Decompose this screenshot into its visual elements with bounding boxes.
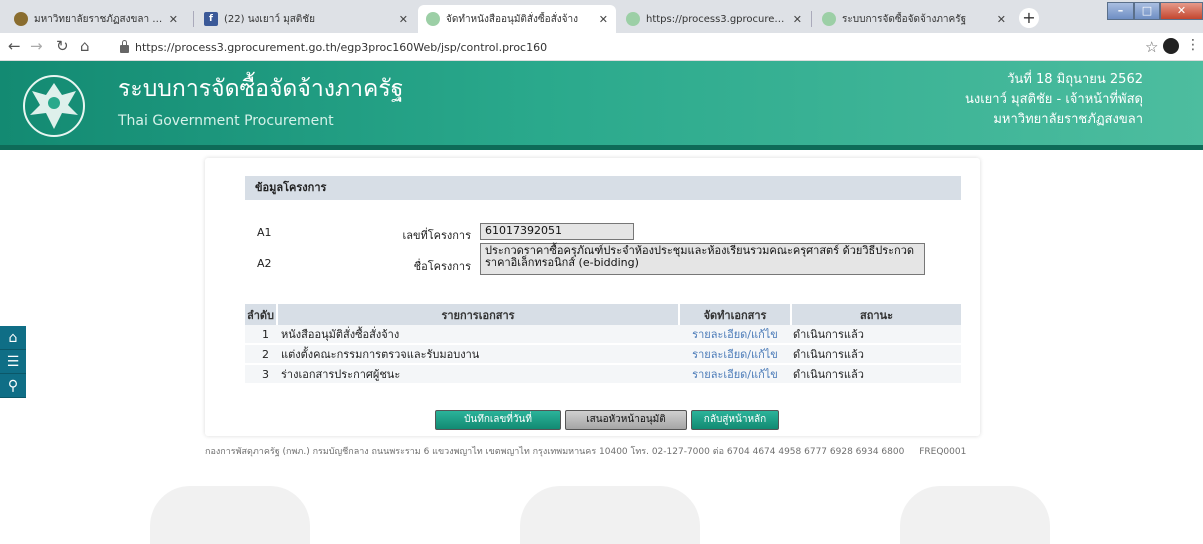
browser-tab-active[interactable]: จัดทำหนังสืออนุมัติสั่งซื้อสั่งจ้าง ✕ [418,5,616,33]
row-document: ร่างเอกสารประกาศผู้ชนะ [277,364,679,385]
close-icon[interactable]: ✕ [793,13,802,26]
col-document: รายการเอกสาร [277,304,680,325]
col-seq: ลำดับ [245,304,278,325]
gprocurement-icon [426,12,440,26]
url-field[interactable]: https://process3.gprocurement.go.th/egp3… [120,37,1140,57]
reload-icon[interactable]: ↻ [56,37,69,55]
propose-approval-button[interactable]: เสนอหัวหน้าอนุมัติ [565,410,687,430]
table-header-row: ลำดับ รายการเอกสาร จัดทำเอกสาร สถานะ [245,304,961,325]
documents-table: ลำดับ รายการเอกสาร จัดทำเอกสาร สถานะ 1 ห… [245,304,961,385]
side-toolbar: ⌂ ☰ ⚲ [0,326,26,398]
row-document: แต่งตั้งคณะกรรมการตรวจและรับมอบงาน [277,344,679,365]
browser-tab-egp[interactable]: ระบบการจัดซื้อจัดจ้างภาครัฐ ✕ [814,5,1014,33]
user-name-role: นงเยาว์ มุสติชัย - เจ้าหน้าที่พัสดุ [964,92,1143,107]
project-number-label: เลขที่โครงการ [402,229,471,242]
home-icon[interactable]: ⌂ [0,326,26,350]
url-text: https://process3.gprocurement.go.th/egp3… [135,40,548,54]
background-watermark [520,486,700,544]
table-row: 3 ร่างเอกสารประกาศผู้ชนะ รายละเอียด/แก้ไ… [245,364,961,385]
tab-title: ระบบการจัดซื้อจัดจ้างภาครัฐ [842,13,967,25]
tab-title: (22) นงเยาว์ มุสติชัย [224,13,315,25]
detail-edit-link[interactable]: รายละเอียด/แก้ไข [679,325,791,345]
kebab-menu-icon[interactable]: ⋮ [1186,37,1200,53]
row-seq: 1 [245,325,277,345]
close-icon[interactable]: ✕ [997,13,1006,26]
row-status: ดำเนินการแล้ว [791,325,961,345]
footer: กองการพัสดุภาครัฐ (กพภ.) กรมบัญชีกลาง ถน… [205,444,966,458]
browser-tab-facebook[interactable]: f (22) นงเยาว์ มุสติชัย ✕ [196,5,416,33]
detail-edit-link[interactable]: รายละเอียด/แก้ไข [679,344,791,365]
table-row: 2 แต่งตั้งคณะกรรมการตรวจและรับมอบงาน ราย… [245,344,961,365]
system-title: ระบบการจัดซื้อจัดจ้างภาครัฐ [118,76,404,102]
browser-tab-strip: มหาวิทยาลัยราชภัฏสงขลา :: Songkhl ✕ f (2… [0,0,1203,33]
tab-title: จัดทำหนังสืออนุมัติสั่งซื้อสั่งจ้าง [446,13,579,25]
maximize-button[interactable]: □ [1134,2,1160,20]
close-icon[interactable]: ✕ [599,13,608,26]
background-watermark [150,486,310,544]
page-code: FREQ0001 [919,447,967,457]
save-number-date-button[interactable]: บันทึกเลขที่วันที่ [435,410,561,430]
university-seal-icon [14,12,28,26]
project-name-field: ประกวดราคาซื้อครุภัณฑ์ประจำห้องประชุมและ… [480,243,925,275]
row-seq: 3 [245,364,277,385]
browser-tab-process3[interactable]: https://process3.gprocurement.g ✕ [618,5,810,33]
browser-tab-songkhla[interactable]: มหาวิทยาลัยราชภัฏสงขลา :: Songkhl ✕ [6,5,186,33]
user-organization: มหาวิทยาลัยราชภัฏสงขลา [993,112,1143,127]
current-date: วันที่ 18 มิถุนายน 2562 [1007,72,1143,87]
row-seq: 2 [245,344,277,365]
background-watermark [900,486,1050,544]
detail-edit-link[interactable]: รายละเอียด/แก้ไข [679,364,791,385]
gprocurement-icon [822,12,836,26]
user-info: วันที่ 18 มิถุนายน 2562 นงเยาว์ มุสติชัย… [965,70,1143,130]
system-subtitle: Thai Government Procurement [118,113,334,129]
a1-code: A1 [257,226,272,239]
bookmark-star-icon[interactable]: ☆ [1145,38,1158,56]
row-status: ดำเนินการแล้ว [791,344,961,365]
tab-separator [811,11,812,27]
footer-address: กองการพัสดุภาครัฐ (กพภ.) กรมบัญชีกลาง ถน… [205,447,905,457]
project-name-label: ชื่อโครงการ [413,260,471,273]
section-title: ข้อมูลโครงการ [245,176,961,200]
col-status: สถานะ [791,304,961,325]
lock-icon [120,40,129,53]
row-status: ดำเนินการแล้ว [791,364,961,385]
table-row: 1 หนังสืออนุมัติสั่งซื้อสั่งจ้าง รายละเอ… [245,325,961,345]
close-icon[interactable]: ✕ [399,13,408,26]
home-icon[interactable]: ⌂ [80,37,90,55]
facebook-icon: f [204,12,218,26]
a2-code: A2 [257,257,272,270]
tab-separator [193,11,194,27]
col-action: จัดทำเอกสาร [679,304,792,325]
tab-title: มหาวิทยาลัยราชภัฏสงขลา :: Songkhl [34,13,163,25]
minimize-button[interactable]: – [1107,2,1134,20]
close-window-button[interactable]: ✕ [1160,2,1203,20]
row-document: หนังสืออนุมัติสั่งซื้อสั่งจ้าง [277,325,679,345]
new-tab-button[interactable]: + [1019,8,1039,28]
close-icon[interactable]: ✕ [169,13,178,26]
gprocurement-icon [626,12,640,26]
back-home-button[interactable]: กลับสู่หน้าหลัก [691,410,779,430]
project-name-line2: ราคาอิเล็กทรอนิกส์ (e-bidding) [485,256,639,269]
forward-arrow-icon[interactable]: → [30,37,43,55]
address-bar: ← → ↻ ⌂ https://process3.gprocurement.go… [0,33,1203,61]
project-card: ข้อมูลโครงการ A1 เลขที่โครงการ 610173920… [205,158,980,436]
tab-title: https://process3.gprocurement.g [646,13,787,25]
account-icon[interactable] [1163,38,1179,54]
site-header: ระบบการจัดซื้อจัดจ้างภาครัฐ Thai Governm… [0,61,1203,150]
list-icon[interactable]: ☰ [0,350,26,374]
garuda-emblem-icon [23,75,85,137]
search-icon[interactable]: ⚲ [0,374,26,398]
back-arrow-icon[interactable]: ← [8,37,21,55]
project-number-field: 61017392051 [480,223,634,240]
